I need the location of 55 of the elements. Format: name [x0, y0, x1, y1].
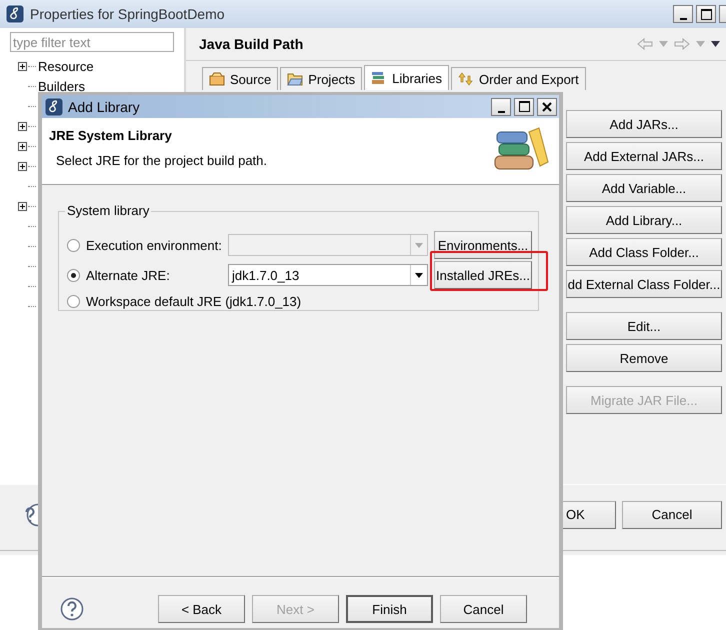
- button[interactable]: Add JARs...: [566, 110, 722, 138]
- expand-icon[interactable]: [18, 162, 27, 170]
- button[interactable]: Add Library...: [566, 206, 722, 234]
- option-label: Alternate JRE:: [86, 268, 171, 282]
- arrows-icon: [458, 72, 474, 86]
- group-title: System library: [65, 203, 152, 218]
- minimize-button[interactable]: [491, 98, 511, 116]
- help-icon[interactable]: [60, 597, 84, 621]
- tab[interactable]: Projects: [280, 67, 362, 90]
- button[interactable]: Finish: [346, 595, 433, 623]
- button[interactable]: Add Class Folder...: [566, 238, 722, 266]
- minimize-button[interactable]: [673, 5, 693, 23]
- button[interactable]: < Back: [158, 595, 245, 623]
- dropdown-arrow-icon: [415, 242, 423, 248]
- button[interactable]: Cancel: [440, 595, 527, 623]
- menu-icon[interactable]: [711, 41, 720, 47]
- filter-field[interactable]: type filter text: [10, 32, 174, 52]
- maximize-button[interactable]: [696, 5, 716, 23]
- dropdown-arrow-icon: [415, 272, 423, 278]
- expand-icon[interactable]: [18, 142, 27, 150]
- tree-item[interactable]: Builders: [38, 78, 85, 94]
- jre-dropdown[interactable]: jdk1.7.0_13: [228, 264, 428, 286]
- tree-item[interactable]: Resource: [38, 58, 94, 74]
- close-button[interactable]: [537, 98, 557, 116]
- button[interactable]: OK: [562, 500, 616, 528]
- option-label: Execution environment:: [86, 238, 223, 252]
- dialog-description: Select JRE for the project build path.: [56, 153, 268, 168]
- tab[interactable]: Order and Export: [451, 67, 586, 90]
- button[interactable]: Add Variable...: [566, 174, 722, 202]
- radio-button[interactable]: [67, 268, 80, 282]
- option-label: Workspace default JRE (jdk1.7.0_13): [86, 294, 302, 308]
- button[interactable]: Cancel: [622, 500, 722, 528]
- tab[interactable]: Source: [202, 67, 278, 90]
- tab[interactable]: Libraries: [364, 65, 450, 90]
- button[interactable]: Add External JARs...: [566, 142, 722, 170]
- expand-icon[interactable]: [18, 202, 27, 210]
- close-icon: [542, 102, 552, 112]
- app-logo-icon: [6, 5, 24, 23]
- maximize-button[interactable]: [514, 98, 534, 116]
- button[interactable]: Installed JREs...: [434, 261, 532, 289]
- button[interactable]: dd External Class Folder...: [566, 270, 722, 298]
- button[interactable]: Edit...: [566, 312, 722, 340]
- package-icon: [209, 72, 225, 86]
- folder-icon: [287, 72, 304, 86]
- app-logo-icon: [45, 98, 63, 116]
- dialog-heading: JRE System Library: [49, 128, 173, 143]
- button[interactable]: Environments...: [434, 231, 532, 259]
- expand-icon[interactable]: [18, 122, 27, 130]
- page-title: Java Build Path: [199, 36, 304, 52]
- expand-icon[interactable]: [18, 62, 27, 70]
- window-title: Properties for SpringBootDemo: [30, 6, 225, 22]
- radio-button[interactable]: [67, 294, 80, 308]
- button[interactable]: Remove: [566, 344, 722, 372]
- dialog-title: Add Library: [68, 98, 140, 114]
- radio-button[interactable]: [67, 238, 80, 252]
